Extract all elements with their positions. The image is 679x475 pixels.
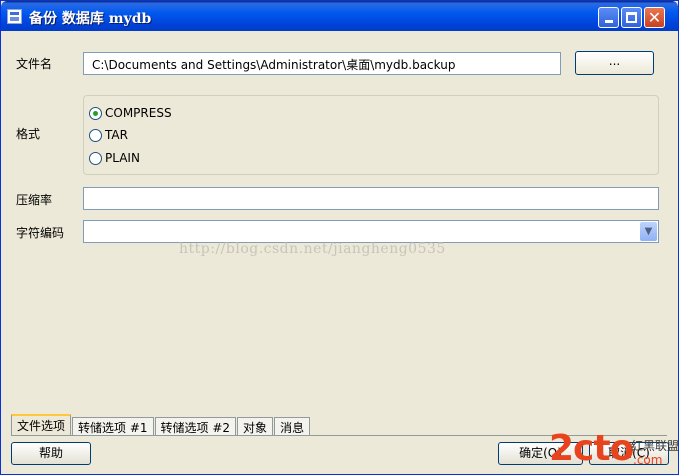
watermark-text: http://blog.csdn.net/jiangheng0535: [179, 241, 446, 257]
tab-objects[interactable]: 对象: [237, 417, 274, 436]
format-option-plain[interactable]: PLAIN: [89, 149, 140, 167]
filename-input[interactable]: C:\Documents and Settings\Administrator\…: [83, 52, 561, 75]
maximize-button[interactable]: [621, 7, 642, 28]
maximize-icon: [626, 12, 637, 23]
minimize-button[interactable]: [598, 7, 619, 28]
radio-unchecked-icon[interactable]: [89, 151, 102, 165]
logo-domain: .com: [633, 453, 663, 467]
minimize-icon: [604, 20, 613, 23]
encoding-label: 字符编码: [16, 226, 65, 240]
radio-unchecked-icon[interactable]: [89, 128, 102, 142]
radio-checked-icon[interactable]: [89, 106, 102, 120]
format-option-label: COMPRESS: [105, 106, 172, 120]
chevron-down-icon[interactable]: ▼: [640, 222, 657, 241]
format-option-label: TAR: [105, 128, 128, 142]
window-title: 备份 数据库 mydb: [29, 11, 152, 27]
tab-messages[interactable]: 消息: [274, 417, 311, 436]
format-option-label: PLAIN: [105, 151, 140, 165]
encoding-select[interactable]: ▼: [83, 220, 659, 243]
site-logo: 2cto 红黑联盟 .com: [549, 429, 679, 473]
logo-subtext: 红黑联盟: [631, 439, 679, 453]
tab-dump-options-2[interactable]: 转储选项 #2: [154, 417, 237, 436]
format-option-compress[interactable]: COMPRESS: [89, 104, 172, 122]
filename-label: 文件名: [16, 57, 53, 71]
title-bar[interactable]: 备份 数据库 mydb ✕: [1, 1, 678, 31]
tab-strip: 文件选项 转储选项 #1 转储选项 #2 对象 消息: [11, 414, 311, 436]
format-label: 格式: [16, 127, 41, 141]
browse-button[interactable]: ...: [575, 51, 654, 75]
close-button[interactable]: ✕: [644, 7, 665, 28]
backup-dialog: 备份 数据库 mydb ✕ 文件名 C:\Documents and Setti…: [0, 0, 679, 475]
compression-label: 压缩率: [16, 193, 53, 207]
help-button[interactable]: 帮助: [11, 442, 91, 465]
tab-dump-options-1[interactable]: 转储选项 #1: [72, 417, 154, 436]
logo-text: 2cto: [549, 428, 634, 469]
compression-input[interactable]: [83, 187, 659, 210]
format-option-tar[interactable]: TAR: [89, 126, 128, 144]
database-icon: [7, 9, 22, 24]
close-icon: ✕: [647, 7, 662, 27]
tab-file-options[interactable]: 文件选项: [11, 414, 72, 436]
